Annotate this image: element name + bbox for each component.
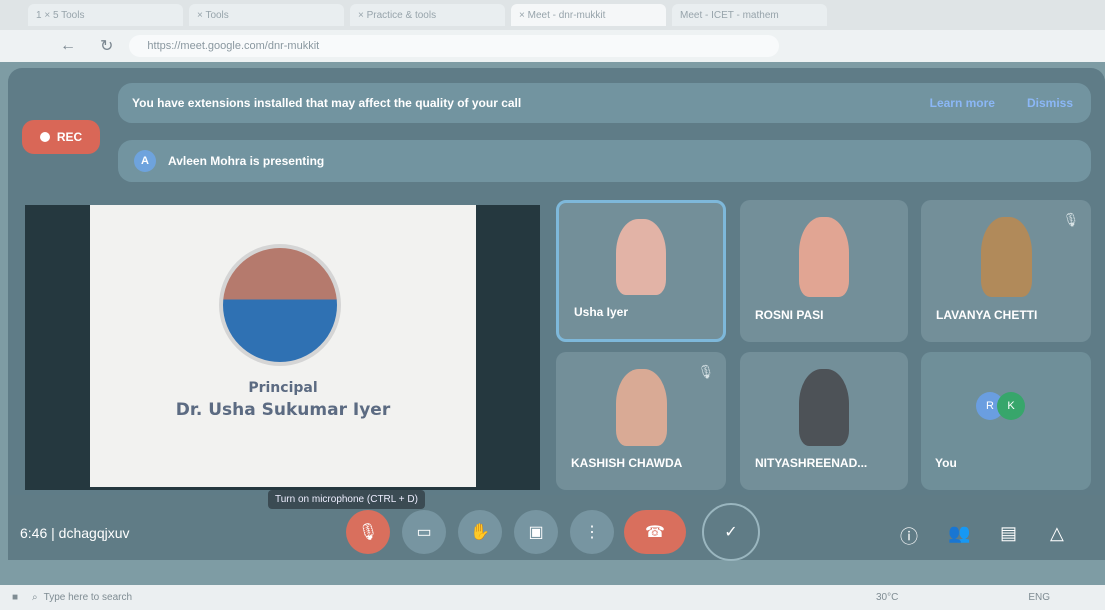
screen-share-icon: ▣	[528, 524, 544, 541]
participant-name: LAVANYA CHETTI	[936, 308, 1038, 322]
windows-taskbar: ■ ⌕ Type here to search 30°C ENG	[0, 585, 1105, 610]
principal-portrait	[219, 244, 341, 366]
more-options-button[interactable]: ⋮	[570, 510, 614, 554]
extension-warning-banner: You have extensions installed that may a…	[118, 83, 1091, 123]
participant-tile[interactable]: ROSNI PASI	[740, 200, 908, 342]
refresh-icon[interactable]: ↻	[100, 36, 113, 56]
microphone-tooltip: Turn on microphone (CTRL + D)	[268, 490, 425, 509]
slide-subtitle: Dr. Usha Sukumar Iyer	[175, 400, 391, 420]
meeting-time: 6:46	[20, 525, 48, 541]
recording-indicator: REC	[22, 120, 100, 154]
muted-microphone-icon: 🎙	[697, 364, 714, 379]
address-bar-row: ← ↻ https://meet.google.com/dnr-mukkit	[0, 30, 1105, 62]
participant-name: NITYASHREENAD...	[755, 456, 868, 470]
browser-tab[interactable]: × Tools	[189, 4, 344, 26]
presenting-text: Avleen Mohra is presenting	[168, 154, 325, 168]
recording-label: REC	[56, 130, 83, 144]
browser-tab-bar: 1 × 5 Tools × Tools × Practice & tools ×…	[0, 0, 1105, 30]
phone-hangup-icon: ☎	[645, 524, 665, 541]
camera-button[interactable]: ▭	[402, 510, 446, 554]
participant-name: ROSNI PASI	[755, 308, 824, 322]
microphone-button[interactable]: 🎙	[346, 510, 390, 554]
presenter-avatar: A	[134, 150, 156, 172]
meeting-code: dchagqjxuv	[58, 525, 130, 541]
search-icon: ⌕	[32, 592, 38, 603]
more-vertical-icon: ⋮	[584, 524, 600, 541]
participant-tile[interactable]: 🎙 LAVANYA CHETTI	[921, 200, 1091, 342]
browser-tab[interactable]: × Practice & tools	[350, 4, 505, 26]
chat-icon[interactable]: ▤	[1000, 523, 1017, 544]
muted-microphone-icon: 🎙	[1062, 212, 1079, 227]
participant-tile[interactable]: NITYASHREENAD...	[740, 352, 908, 490]
presenting-banner: A Avleen Mohra is presenting	[118, 140, 1091, 182]
record-dot-icon	[39, 132, 50, 142]
meeting-details: 6:46 | dchagqjxuv	[20, 525, 130, 541]
participant-video	[980, 217, 1032, 297]
check-icon: ✓	[724, 524, 738, 541]
self-tile[interactable]: R K You	[921, 352, 1091, 490]
present-button[interactable]: ▣	[514, 510, 558, 554]
microphone-off-icon: 🎙	[357, 524, 379, 541]
participant-video	[615, 368, 667, 446]
self-label: You	[935, 456, 957, 470]
browser-tab[interactable]: × Meet - dnr-mukkit	[511, 4, 666, 26]
camera-icon: ▭	[416, 524, 432, 541]
participant-video	[798, 368, 850, 446]
participant-name: Usha Iyer	[574, 305, 629, 319]
slide-title: Principal	[248, 380, 318, 396]
separator: |	[51, 525, 59, 541]
participant-video	[798, 217, 850, 297]
check-button[interactable]: ✓	[702, 503, 760, 561]
dismiss-button[interactable]: Dismiss	[1027, 96, 1073, 110]
raise-hand-button[interactable]: ✋	[458, 510, 502, 554]
extension-warning-text: You have extensions installed that may a…	[132, 96, 522, 110]
address-field[interactable]: https://meet.google.com/dnr-mukkit	[129, 35, 780, 57]
weather-readout: 30°C	[875, 592, 899, 603]
leave-call-button[interactable]: ☎	[624, 510, 686, 554]
participant-tile[interactable]: 🎙 KASHISH CHAWDA	[556, 352, 726, 490]
activities-icon[interactable]: △	[1050, 523, 1064, 544]
language-indicator: ENG	[1028, 592, 1050, 603]
participant-video	[616, 219, 666, 296]
hand-icon: ✋	[470, 524, 490, 541]
browser-tab[interactable]: Meet - ICET - mathem	[672, 4, 827, 26]
back-icon[interactable]: ←	[60, 37, 76, 55]
participant-name: KASHISH CHAWDA	[571, 456, 683, 470]
windows-start-icon[interactable]: ■	[12, 592, 18, 603]
learn-more-link[interactable]: Learn more	[930, 96, 995, 110]
info-icon[interactable]: ⓘ	[900, 523, 918, 549]
taskbar-search-field[interactable]: Type here to search	[44, 592, 132, 603]
participant-avatar: K	[997, 392, 1025, 420]
browser-tab[interactable]: 1 × 5 Tools	[28, 4, 183, 26]
participant-tile[interactable]: Usha Iyer	[556, 200, 726, 342]
people-icon[interactable]: 👥	[948, 523, 970, 544]
